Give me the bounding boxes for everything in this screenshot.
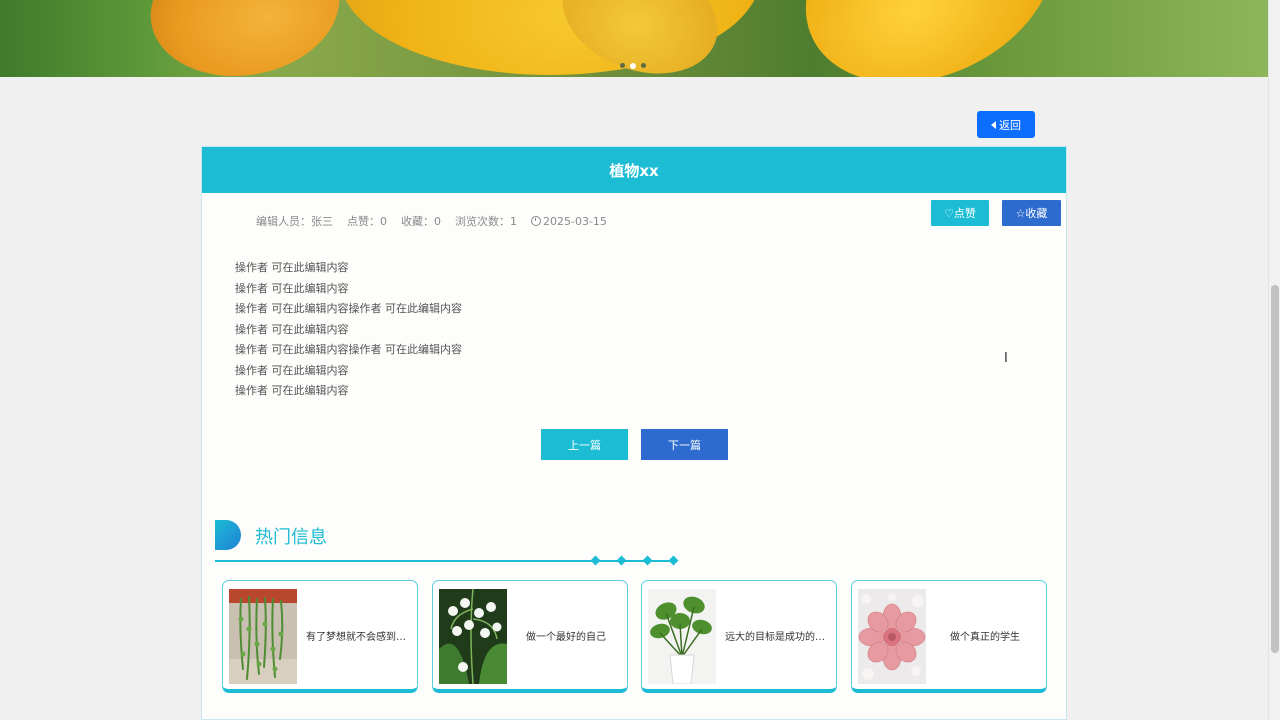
- scrollbar-thumb[interactable]: [1271, 285, 1279, 653]
- back-button[interactable]: 返回: [977, 111, 1035, 138]
- content-line: 操作者 可在此编辑内容: [235, 322, 349, 336]
- hot-card-title: 做一个最好的自己: [526, 632, 606, 643]
- lily-of-the-valley-image: [439, 589, 507, 684]
- petal-shape: [139, 0, 351, 77]
- section-divider: [215, 560, 675, 562]
- carousel-dot-active[interactable]: [630, 62, 636, 69]
- section-badge-icon: [215, 520, 241, 550]
- content-line: 操作者 可在此编辑内容: [235, 261, 349, 274]
- diamond-icon: [590, 555, 601, 566]
- diamond-icon: [668, 555, 679, 566]
- potted-plant-image: [648, 589, 716, 684]
- back-label: 返回: [999, 118, 1021, 132]
- banner-carousel[interactable]: [0, 0, 1268, 77]
- article-meta: 编辑人员：张三 点赞：0 收藏：0 浏览次数：1 2025-03-15: [256, 213, 607, 229]
- diamond-icon: [642, 555, 653, 566]
- content-line: 操作者 可在此编辑内容操作者 可在此编辑内容: [235, 302, 462, 315]
- like-label: ♡点赞: [944, 207, 976, 220]
- next-label: 下一篇: [668, 438, 701, 452]
- hanging-plant-image: [229, 589, 297, 684]
- hot-card-title: 做个真正的学生: [950, 632, 1020, 643]
- carousel-dot[interactable]: [641, 63, 646, 68]
- hot-card-title: 远大的目标是成功的…: [725, 632, 825, 643]
- hot-section-title: 热门信息: [255, 527, 327, 548]
- article-content: 操作者 可在此编辑内容 操作者 可在此编辑内容 操作者 可在此编辑内容操作者 可…: [235, 258, 462, 402]
- like-button[interactable]: ♡点赞: [931, 200, 989, 226]
- hot-card[interactable]: 做个真正的学生: [851, 580, 1047, 693]
- page-scrollbar[interactable]: [1268, 0, 1280, 720]
- next-article-button[interactable]: 下一篇: [641, 429, 728, 460]
- content-line: 操作者 可在此编辑内容: [235, 281, 349, 295]
- hot-card[interactable]: 有了梦想就不会感到…: [222, 580, 418, 693]
- hot-card[interactable]: 做一个最好的自己: [432, 580, 628, 693]
- favorite-button[interactable]: ☆收藏: [1002, 200, 1061, 226]
- article-header: 植物xx: [202, 147, 1066, 193]
- caret-left-icon: [991, 120, 996, 129]
- text-cursor-icon: I: [1004, 351, 1008, 366]
- hot-card[interactable]: 远大的目标是成功的…: [641, 580, 837, 693]
- succulent-image: [858, 589, 926, 684]
- content-line: 操作者 可在此编辑内容操作者 可在此编辑内容: [235, 343, 462, 356]
- prev-label: 上一篇: [568, 438, 601, 452]
- favorite-label: ☆收藏: [1015, 207, 1048, 220]
- carousel-dot[interactable]: [620, 63, 625, 68]
- meta-favorites: 收藏：0: [401, 215, 441, 228]
- content-line: 操作者 可在此编辑内容: [235, 384, 349, 397]
- prev-article-button[interactable]: 上一篇: [541, 429, 628, 460]
- meta-date: 2025-03-15: [531, 215, 607, 228]
- content-line: 操作者 可在此编辑内容: [235, 363, 349, 377]
- hot-card-title: 有了梦想就不会感到…: [306, 632, 406, 643]
- diamond-icon: [616, 555, 627, 566]
- petal-shape: [773, 0, 1087, 77]
- meta-likes: 点赞：0: [347, 215, 387, 228]
- article-title: 植物xx: [609, 161, 659, 180]
- meta-editor: 编辑人员：张三: [256, 215, 333, 228]
- meta-views: 浏览次数：1: [455, 215, 517, 228]
- carousel-indicators: [620, 62, 646, 69]
- meta-date-value: 2025-03-15: [543, 214, 607, 228]
- clock-icon: [531, 215, 541, 226]
- article-panel: 植物xx 编辑人员：张三 点赞：0 收藏：0 浏览次数：1 2025-03-15…: [201, 146, 1067, 720]
